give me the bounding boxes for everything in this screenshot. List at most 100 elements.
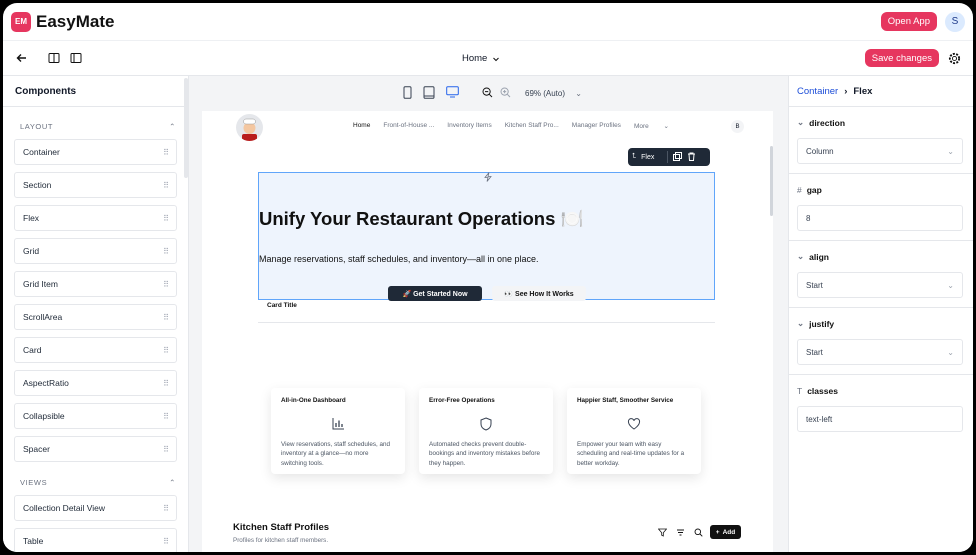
breadcrumb-parent[interactable]: Container [797,86,838,97]
feature-description: Automated checks prevent double-bookings… [429,441,540,467]
see-how-button[interactable]: 👀 See How It Works [492,286,586,301]
app-window: EM EasyMate Open App S Home Save changes [3,3,973,552]
zoom-level: 69% (Auto) [525,89,566,98]
trash-icon[interactable] [687,152,696,163]
chevron-right-icon: › [844,85,848,97]
lightning-icon [484,172,492,182]
drag-handle-icon[interactable]: ⠿ [163,280,169,289]
preview-user-avatar[interactable]: B [731,120,744,133]
chevron-down-icon: ⌄ [947,280,954,290]
nav-front-of-house[interactable]: Front-of-House ... [383,122,434,130]
page-selector[interactable]: Home [462,53,500,64]
section-header-views[interactable]: VIEWS ⌃ [3,469,188,495]
toggle-left-panel-icon[interactable] [45,49,63,67]
components-title: Components [3,76,188,107]
tablet-device-icon[interactable] [422,85,436,99]
component-item-scrollarea[interactable]: ScrollArea ⠿ [14,304,177,330]
drag-handle-icon[interactable]: ⠿ [163,181,169,190]
kitchen-staff-actions: + Add [656,525,741,539]
get-started-button[interactable]: 🚀 Get Started Now [388,286,482,301]
feature-title: Error-Free Operations [429,397,495,404]
breadcrumb-current: Flex [853,85,873,97]
component-item-collection-detail-view[interactable]: Collection Detail View ⠿ [14,495,177,521]
chevron-down-icon: ⌄ [947,146,954,156]
filter-icon[interactable] [656,526,668,538]
component-item-flex[interactable]: Flex ⠿ [14,205,177,231]
hero-subtitle: Manage reservations, staff schedules, an… [259,254,539,264]
component-item-card[interactable]: Card ⠿ [14,337,177,363]
plus-icon: + [715,528,720,536]
component-item-section[interactable]: Section ⠿ [14,172,177,198]
sort-icon[interactable] [674,526,686,538]
chef-avatar[interactable] [236,114,263,141]
drag-handle-icon[interactable]: ⠿ [163,504,169,513]
drag-handle-icon[interactable]: ⠿ [163,537,169,546]
chevron-down-icon[interactable]: ⌄ [797,117,804,128]
nav-more[interactable]: More ⌄ [634,122,669,130]
gear-icon[interactable] [945,49,963,67]
section-header-layout[interactable]: LAYOUT ⌃ [3,113,188,139]
component-item-grid-item[interactable]: Grid Item ⠿ [14,271,177,297]
nav-manager-profiles[interactable]: Manager Profiles [572,122,621,130]
selected-flex-container[interactable]: Unify Your Restaurant Operations 🍽️ Mana… [258,172,715,301]
open-app-button[interactable]: Open App [880,12,937,31]
component-item-table[interactable]: Table ⠿ [14,528,177,552]
nav-kitchen-staff[interactable]: Kitchen Staff Pro... [505,122,559,130]
kitchen-staff-subtitle: Profiles for kitchen staff members. [233,537,329,544]
toggle-sidebar-icon[interactable] [67,49,85,67]
drag-handle-icon[interactable]: ⠿ [163,346,169,355]
card-title: Card Title [267,302,297,309]
device-toolbar: 69% (Auto) ⌄ [189,76,788,109]
hash-icon: # [797,184,802,195]
nav-home[interactable]: Home [353,122,370,130]
justify-select[interactable]: Start ⌄ [797,339,963,365]
hero-title: Unify Your Restaurant Operations 🍽️ [259,208,584,229]
mobile-device-icon[interactable] [400,85,414,99]
component-item-collapsible[interactable]: Collapsible ⠿ [14,403,177,429]
classes-input[interactable]: text-left [797,406,963,432]
preview-navbar: Home Front-of-House ... Inventory Items … [202,111,773,141]
feature-title: All-in-One Dashboard [281,397,346,404]
shield-icon [480,417,492,431]
component-item-container[interactable]: Container ⠿ [14,139,177,165]
page-name: Home [462,53,488,64]
prop-gap: # gap 8 [789,174,973,241]
desktop-device-icon[interactable] [445,85,459,99]
component-item-grid[interactable]: Grid ⠿ [14,238,177,264]
drag-handle-icon[interactable]: ⠿ [163,379,169,388]
align-select[interactable]: Start ⌄ [797,272,963,298]
back-arrow-icon[interactable] [13,49,31,67]
drag-handle-icon[interactable]: ⠿ [163,148,169,157]
brand-name: EasyMate [36,11,115,31]
component-item-aspectratio[interactable]: AspectRatio ⠿ [14,370,177,396]
duplicate-icon[interactable] [673,151,683,163]
drag-handle-icon[interactable]: ⠿ [163,247,169,256]
drag-handle-icon[interactable]: ⠿ [163,313,169,322]
search-icon[interactable] [692,526,704,538]
chevron-down-icon[interactable]: ⌄ [797,318,804,329]
chevron-down-icon[interactable]: ⌄ [797,251,804,262]
zoom-selector[interactable]: 69% (Auto) ⌄ [525,89,582,98]
select-parent-icon[interactable]: ⮤ [632,153,636,161]
preview-scrollbar[interactable] [770,146,773,216]
prop-classes: Tclasses text-left [789,375,973,432]
drag-handle-icon[interactable]: ⠿ [163,214,169,223]
user-avatar[interactable]: S [945,11,965,32]
components-panel: Components LAYOUT ⌃ Container ⠿ Section ⠿ Fl… [3,76,189,552]
gap-input[interactable]: 8 [797,205,963,231]
canvas-area: 69% (Auto) ⌄ Home Front-of-House ... Inv… [189,76,788,552]
save-changes-button[interactable]: Save changes [864,49,939,67]
preview-nav-links: Home Front-of-House ... Inventory Items … [353,122,682,130]
text-type-icon: T [797,385,803,396]
zoom-out-icon[interactable] [480,85,494,99]
direction-select[interactable]: Column ⌄ [797,138,963,164]
left-panel-scrollbar[interactable] [184,78,188,178]
add-staff-button[interactable]: + Add [710,525,741,539]
drag-handle-icon[interactable]: ⠿ [163,445,169,454]
logo-icon: EM [11,11,31,32]
drag-handle-icon[interactable]: ⠿ [163,412,169,421]
component-item-spacer[interactable]: Spacer ⠿ [14,436,177,462]
zoom-in-icon[interactable] [498,85,512,99]
feature-card: Happier Staff, Smoother Service Empower … [567,388,701,474]
nav-inventory-items[interactable]: Inventory Items [447,122,491,130]
